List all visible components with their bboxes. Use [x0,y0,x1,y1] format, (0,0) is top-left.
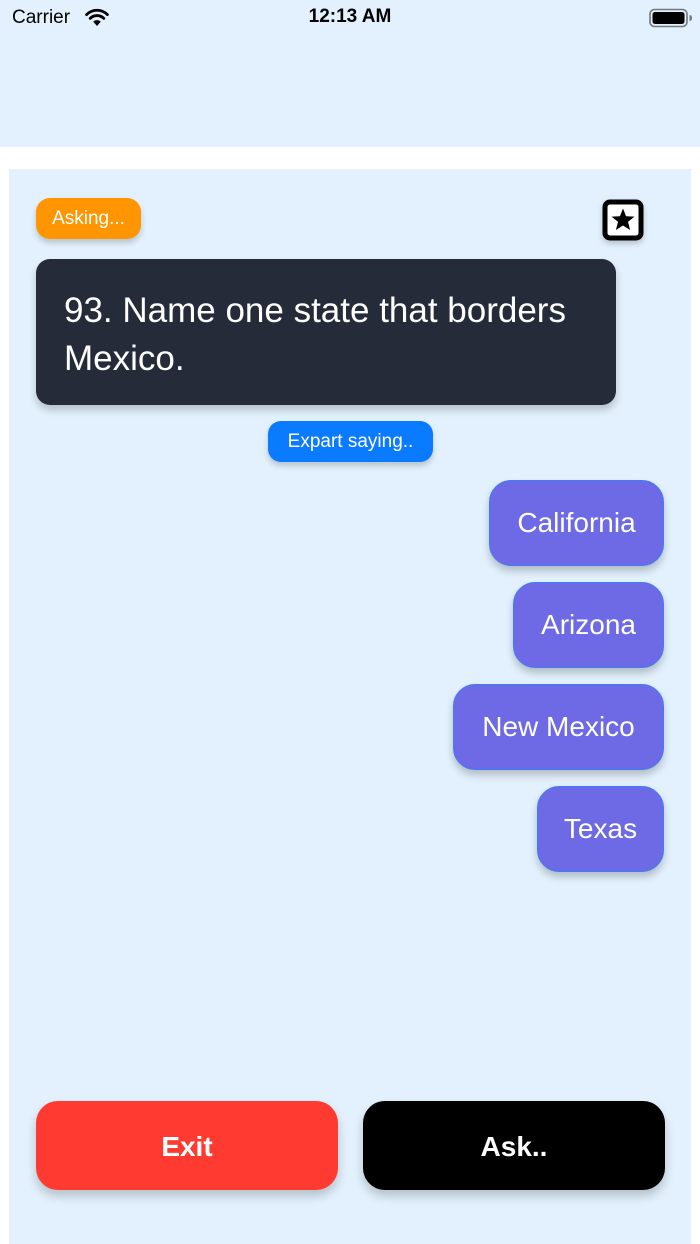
status-time: 12:13 AM [308,6,392,27]
star-icon[interactable] [602,199,644,241]
question-text: 93. Name one state that borders Mexico. [64,291,566,378]
question-card: 93. Name one state that borders Mexico. [36,259,616,405]
asking-status-badge: Asking... [36,198,141,239]
answer-option[interactable]: Arizona [513,582,664,668]
expert-saying-badge: Expart saying.. [268,421,433,462]
answer-option[interactable]: Texas [537,786,664,872]
battery-icon [649,8,692,28]
answer-option[interactable]: New Mexico [453,684,664,770]
answer-option[interactable]: California [489,480,664,566]
exit-button[interactable]: Exit [36,1101,338,1190]
quiz-panel: Asking... 93. Name one state that border… [9,169,691,1244]
ask-button[interactable]: Ask.. [363,1101,665,1190]
status-bar: Carrier 12:13 AM [0,0,700,36]
status-bar-region: Carrier 12:13 AM [0,0,700,147]
